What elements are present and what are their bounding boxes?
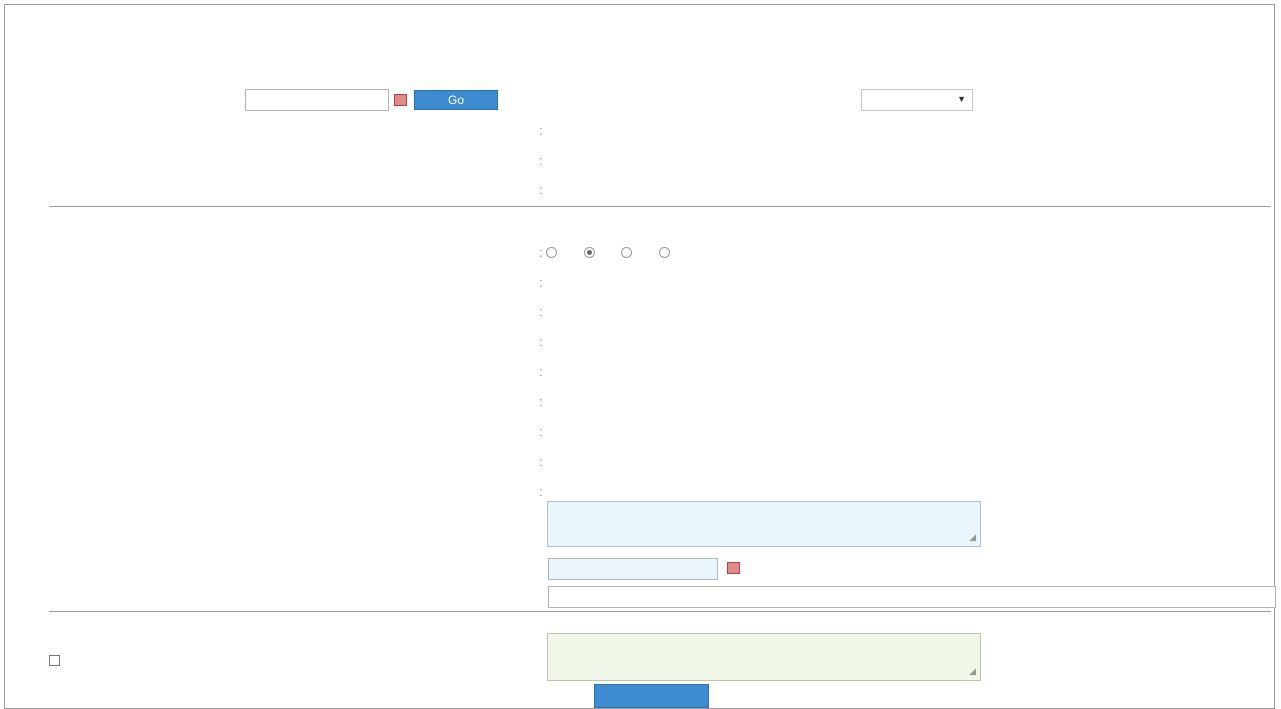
status-value [546, 182, 560, 197]
compliance-panel: Go ▼ : : : : : : : : : : :: ◢ ◢ [4, 4, 1276, 709]
colon: : [539, 245, 543, 260]
dispatch-input[interactable] [548, 586, 1276, 608]
court-radio-1[interactable] [583, 245, 618, 260]
serial-select[interactable]: ▼ [861, 89, 973, 111]
remarks-checkbox-row[interactable] [49, 653, 65, 668]
remarks-checkbox[interactable] [49, 655, 60, 666]
colon: : [539, 424, 543, 439]
radio-button[interactable] [621, 247, 633, 258]
colon: : [539, 454, 543, 469]
court-radio-3[interactable] [658, 245, 693, 260]
colon: : [539, 153, 543, 168]
submit-button[interactable] [594, 684, 709, 708]
colon: : [539, 275, 543, 290]
court-radio-0[interactable] [546, 245, 580, 260]
court-radio-2[interactable] [621, 245, 655, 260]
colon: : [539, 364, 543, 379]
go-button[interactable]: Go [414, 90, 498, 110]
calendar-icon[interactable] [727, 562, 740, 574]
calendar-icon[interactable] [394, 94, 407, 106]
resize-handle-icon[interactable]: ◢ [969, 532, 976, 543]
colon: : [539, 334, 543, 349]
colon: : [539, 394, 543, 409]
radio-button[interactable] [546, 247, 557, 258]
conclusions-textarea[interactable]: ◢ [547, 501, 981, 547]
chevron-down-icon: ▼ [957, 94, 966, 104]
colon: : [539, 484, 543, 499]
remarks-textarea[interactable]: ◢ [547, 633, 981, 681]
divider [49, 206, 1271, 207]
radio-button-selected[interactable] [583, 247, 595, 258]
colon: : [539, 304, 543, 319]
compliance-date-input[interactable] [548, 558, 718, 580]
colon: : [539, 182, 543, 197]
resize-handle-icon[interactable]: ◢ [969, 666, 976, 677]
divider [49, 611, 1271, 612]
colon: : [539, 123, 543, 138]
date-input[interactable] [245, 89, 389, 111]
appellate-court-radios [546, 245, 693, 260]
radio-button[interactable] [658, 247, 670, 258]
